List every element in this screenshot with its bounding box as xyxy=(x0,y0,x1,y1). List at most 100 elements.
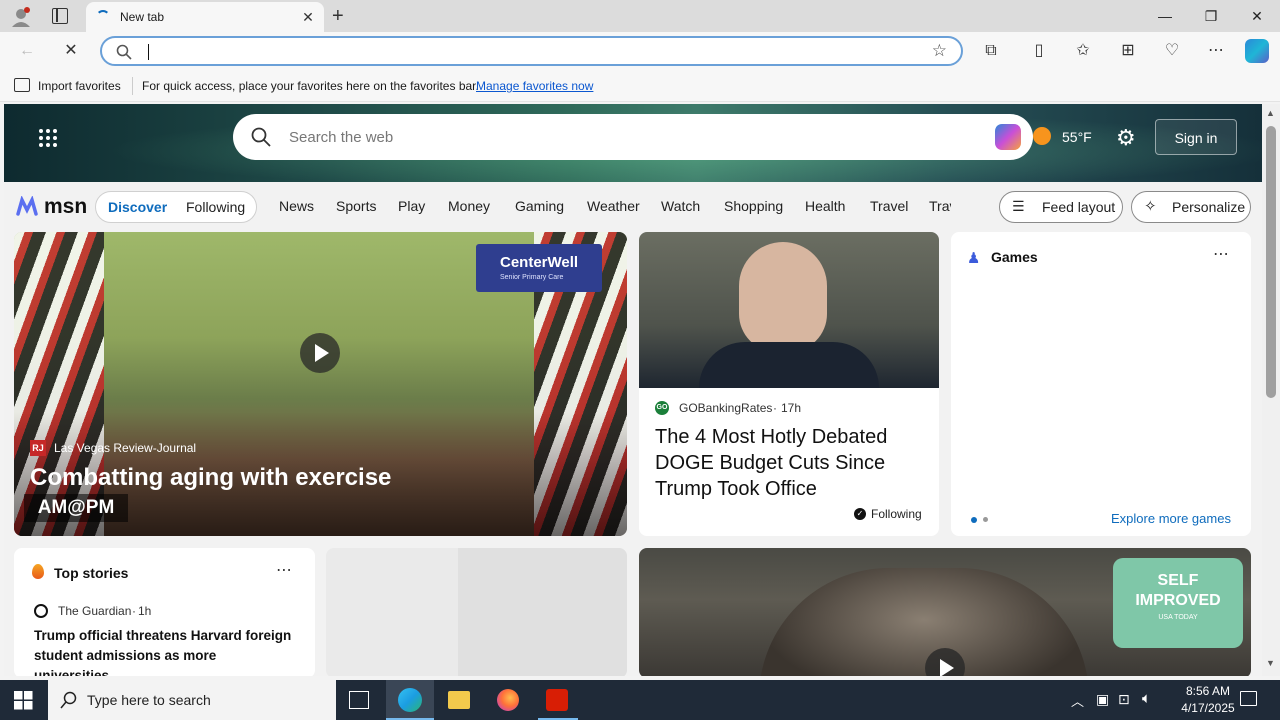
close-window-button[interactable]: ✕ xyxy=(1234,0,1280,32)
split-screen-icon[interactable]: ▯ xyxy=(1028,40,1050,62)
news-source: GOBankingRates xyxy=(679,401,773,415)
firefox-icon[interactable] xyxy=(497,689,519,711)
address-bar[interactable]: ☆ xyxy=(100,36,963,66)
top-story-dot: · xyxy=(132,604,136,618)
settings-gear-icon[interactable]: ⚙ xyxy=(1116,125,1136,151)
nav-watch[interactable]: Watch xyxy=(661,198,700,214)
bear-shape xyxy=(759,568,1089,676)
scroll-down-icon[interactable]: ▼ xyxy=(1266,658,1275,668)
clock-date[interactable]: 4/17/2025 xyxy=(1166,701,1250,715)
network-icon[interactable]: ⊡ xyxy=(1118,691,1130,708)
tab-following[interactable]: Following xyxy=(186,199,245,215)
promo-video-card[interactable]: SELF IMPROVED USA TODAY xyxy=(639,548,1251,676)
taskbar-search-box[interactable]: Type here to search xyxy=(48,680,336,720)
hero-source-badge: RJ xyxy=(30,440,46,456)
new-tab-button[interactable]: + xyxy=(332,5,344,28)
nav-health[interactable]: Health xyxy=(805,198,845,214)
play-video-icon[interactable] xyxy=(300,333,340,373)
nav-news[interactable]: News xyxy=(279,198,314,214)
top-story-headline[interactable]: Trump official threatens Harvard foreign… xyxy=(34,626,298,676)
favorite-star-icon[interactable]: ☆ xyxy=(932,41,947,61)
msn-page: Search the web 55°F ⚙ Sign in msn Discov… xyxy=(4,104,1262,676)
nav-weather[interactable]: Weather xyxy=(587,198,640,214)
msn-navbar: msn Discover Following News Sports Play … xyxy=(4,182,1262,230)
following-label[interactable]: Following xyxy=(871,507,922,521)
news-age: 17h xyxy=(781,401,802,415)
windows-taskbar: Type here to search ︿ ▣ ⊡ 🔈︎ 8:56 AM 4/1… xyxy=(0,680,1280,720)
file-explorer-icon[interactable] xyxy=(448,691,470,709)
extensions-icon[interactable]: ⧉ xyxy=(980,40,1002,62)
volume-icon[interactable]: 🔈︎ xyxy=(1142,690,1151,707)
tab-actions-icon[interactable] xyxy=(52,8,68,24)
hero-story-card[interactable]: CenterWell Senior Primary Care RJ Las Ve… xyxy=(14,232,627,536)
nav-play[interactable]: Play xyxy=(398,198,425,214)
hero-headline[interactable]: Combatting aging with exercise xyxy=(30,464,391,492)
profile-icon[interactable] xyxy=(10,6,32,28)
news-source-badge: GO xyxy=(655,401,669,415)
manage-favorites-link[interactable]: Manage favorites now xyxy=(476,79,593,93)
nav-shopping[interactable]: Shopping xyxy=(724,198,783,214)
favorites-bar: Import favorites For quick access, place… xyxy=(0,70,1280,102)
tray-chevron-icon[interactable]: ︿ xyxy=(1071,691,1084,710)
apps-launcher-icon[interactable] xyxy=(38,128,58,148)
temperature[interactable]: 55°F xyxy=(1062,129,1092,145)
news-headline[interactable]: The 4 Most Hotly Debated DOGE Budget Cut… xyxy=(655,424,923,502)
sign-in-button[interactable]: Sign in xyxy=(1155,119,1237,155)
import-favorites-link[interactable]: Import favorites xyxy=(38,79,121,93)
windows-start-icon[interactable] xyxy=(14,691,33,710)
taskbar-search-icon xyxy=(60,691,77,709)
scrollbar-thumb[interactable] xyxy=(1266,126,1276,398)
back-button[interactable]: ← xyxy=(16,40,38,62)
nav-gaming[interactable]: Gaming xyxy=(515,198,564,214)
placeholder-block xyxy=(458,548,627,676)
browser-essentials-icon[interactable]: ♡ xyxy=(1161,40,1183,62)
clock-time[interactable]: 8:56 AM xyxy=(1172,684,1244,698)
feed-layout-label: Feed layout xyxy=(1042,199,1116,215)
hero-source: Las Vegas Review-Journal xyxy=(54,441,197,455)
web-search-box[interactable]: Search the web xyxy=(233,114,1033,160)
feed-layout-button[interactable]: ☰ Feed layout xyxy=(999,191,1123,223)
task-view-icon[interactable] xyxy=(349,691,369,709)
promo-play-icon[interactable] xyxy=(925,648,965,676)
games-icon: ♟ xyxy=(967,250,981,267)
explore-games-link[interactable]: Explore more games xyxy=(1111,511,1231,526)
nav-travel-overflow[interactable]: Trav xyxy=(929,198,951,214)
collections-icon[interactable]: ⊞ xyxy=(1117,40,1139,62)
scroll-up-icon[interactable]: ▲ xyxy=(1266,108,1275,118)
msn-logo-icon[interactable] xyxy=(16,195,38,218)
personalize-button[interactable]: ✧ Personalize xyxy=(1131,191,1251,223)
edge-taskbar-icon[interactable] xyxy=(386,680,434,720)
copilot-search-icon[interactable] xyxy=(995,124,1021,150)
favorites-icon[interactable]: ✩ xyxy=(1072,40,1094,62)
games-more-icon[interactable]: ⋯ xyxy=(1213,244,1229,264)
sponsor-name: CenterWell xyxy=(500,254,579,271)
top-story-age: 1h xyxy=(138,604,152,618)
stop-loading-button[interactable]: ✕ xyxy=(60,40,82,62)
guardian-icon xyxy=(34,604,48,618)
more-menu-icon[interactable]: ⋯ xyxy=(1205,40,1227,62)
address-input[interactable] xyxy=(148,44,149,60)
browser-title-bar: New tab ✕ + — ❐ ✕ xyxy=(0,0,1280,32)
acrobat-icon[interactable] xyxy=(546,689,568,711)
restore-button[interactable]: ❐ xyxy=(1188,0,1234,32)
tab-title: New tab xyxy=(120,10,165,24)
nav-money[interactable]: Money xyxy=(448,198,490,214)
weather-sun-icon[interactable] xyxy=(1033,127,1051,145)
news-story-card[interactable]: GO GOBankingRates · 17h The 4 Most Hotly… xyxy=(639,232,939,536)
page-scrollbar[interactable]: ▲ ▼ xyxy=(1262,104,1280,676)
nav-sports[interactable]: Sports xyxy=(336,198,376,214)
carousel-dot-active[interactable] xyxy=(971,517,977,523)
news-story-image xyxy=(639,232,939,388)
carousel-dot[interactable] xyxy=(983,517,988,522)
top-stories-more-icon[interactable]: ⋯ xyxy=(276,560,292,580)
copilot-icon[interactable] xyxy=(1245,39,1269,63)
tab-new-tab[interactable]: New tab ✕ xyxy=(86,2,324,32)
notifications-icon[interactable] xyxy=(1240,691,1257,706)
minimize-button[interactable]: — xyxy=(1142,0,1188,32)
games-card: ♟ Games ⋯ Explore more games xyxy=(951,232,1251,536)
nav-travel[interactable]: Travel xyxy=(870,198,908,214)
tray-device-icon[interactable]: ▣ xyxy=(1096,691,1109,708)
close-tab-icon[interactable]: ✕ xyxy=(300,9,316,26)
search-icon xyxy=(116,44,132,60)
tab-discover[interactable]: Discover xyxy=(108,199,167,215)
